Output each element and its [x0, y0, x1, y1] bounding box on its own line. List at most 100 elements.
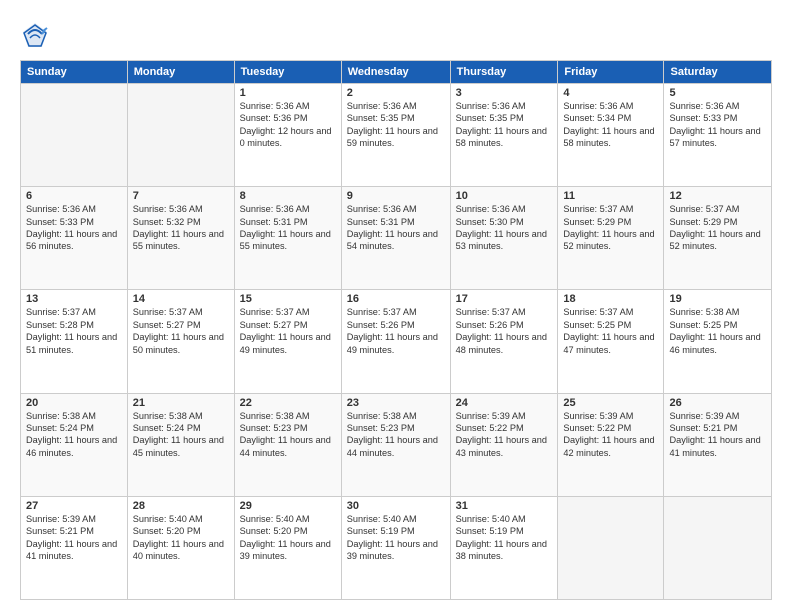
calendar-cell: 24Sunrise: 5:39 AMSunset: 5:22 PMDayligh…: [450, 393, 558, 496]
logo-icon: [20, 20, 50, 50]
calendar-cell: 6Sunrise: 5:36 AMSunset: 5:33 PMDaylight…: [21, 187, 128, 290]
calendar-cell: 19Sunrise: 5:38 AMSunset: 5:25 PMDayligh…: [664, 290, 772, 393]
cell-info: Sunrise: 5:36 AMSunset: 5:31 PMDaylight:…: [240, 203, 336, 253]
cell-info: Sunrise: 5:38 AMSunset: 5:24 PMDaylight:…: [26, 410, 122, 460]
calendar-cell: 28Sunrise: 5:40 AMSunset: 5:20 PMDayligh…: [127, 496, 234, 599]
cell-info: Sunrise: 5:40 AMSunset: 5:20 PMDaylight:…: [133, 513, 229, 563]
cell-info: Sunrise: 5:36 AMSunset: 5:30 PMDaylight:…: [456, 203, 553, 253]
cell-info: Sunrise: 5:39 AMSunset: 5:22 PMDaylight:…: [456, 410, 553, 460]
calendar-cell: 18Sunrise: 5:37 AMSunset: 5:25 PMDayligh…: [558, 290, 664, 393]
col-header-tuesday: Tuesday: [234, 61, 341, 84]
cell-info: Sunrise: 5:37 AMSunset: 5:27 PMDaylight:…: [133, 306, 229, 356]
calendar-week-2: 6Sunrise: 5:36 AMSunset: 5:33 PMDaylight…: [21, 187, 772, 290]
cell-info: Sunrise: 5:37 AMSunset: 5:29 PMDaylight:…: [669, 203, 766, 253]
day-number: 5: [669, 87, 766, 99]
cell-info: Sunrise: 5:36 AMSunset: 5:36 PMDaylight:…: [240, 100, 336, 150]
cell-info: Sunrise: 5:38 AMSunset: 5:23 PMDaylight:…: [240, 410, 336, 460]
col-header-monday: Monday: [127, 61, 234, 84]
day-number: 3: [456, 87, 553, 99]
day-number: 25: [563, 397, 658, 409]
day-number: 15: [240, 293, 336, 305]
day-number: 9: [347, 190, 445, 202]
col-header-friday: Friday: [558, 61, 664, 84]
cell-info: Sunrise: 5:39 AMSunset: 5:22 PMDaylight:…: [563, 410, 658, 460]
day-number: 21: [133, 397, 229, 409]
calendar-cell: 25Sunrise: 5:39 AMSunset: 5:22 PMDayligh…: [558, 393, 664, 496]
calendar-cell: 8Sunrise: 5:36 AMSunset: 5:31 PMDaylight…: [234, 187, 341, 290]
day-number: 28: [133, 500, 229, 512]
calendar-header-row: SundayMondayTuesdayWednesdayThursdayFrid…: [21, 61, 772, 84]
calendar-cell: 26Sunrise: 5:39 AMSunset: 5:21 PMDayligh…: [664, 393, 772, 496]
cell-info: Sunrise: 5:37 AMSunset: 5:29 PMDaylight:…: [563, 203, 658, 253]
cell-info: Sunrise: 5:38 AMSunset: 5:24 PMDaylight:…: [133, 410, 229, 460]
calendar-cell: 7Sunrise: 5:36 AMSunset: 5:32 PMDaylight…: [127, 187, 234, 290]
calendar-cell: 14Sunrise: 5:37 AMSunset: 5:27 PMDayligh…: [127, 290, 234, 393]
logo: [20, 20, 54, 50]
cell-info: Sunrise: 5:39 AMSunset: 5:21 PMDaylight:…: [669, 410, 766, 460]
calendar-cell: 10Sunrise: 5:36 AMSunset: 5:30 PMDayligh…: [450, 187, 558, 290]
calendar-cell: 3Sunrise: 5:36 AMSunset: 5:35 PMDaylight…: [450, 84, 558, 187]
calendar-cell: [664, 496, 772, 599]
day-number: 16: [347, 293, 445, 305]
calendar-cell: 30Sunrise: 5:40 AMSunset: 5:19 PMDayligh…: [341, 496, 450, 599]
calendar-cell: 17Sunrise: 5:37 AMSunset: 5:26 PMDayligh…: [450, 290, 558, 393]
cell-info: Sunrise: 5:38 AMSunset: 5:23 PMDaylight:…: [347, 410, 445, 460]
calendar-cell: 12Sunrise: 5:37 AMSunset: 5:29 PMDayligh…: [664, 187, 772, 290]
day-number: 27: [26, 500, 122, 512]
day-number: 7: [133, 190, 229, 202]
day-number: 8: [240, 190, 336, 202]
col-header-wednesday: Wednesday: [341, 61, 450, 84]
day-number: 26: [669, 397, 766, 409]
day-number: 11: [563, 190, 658, 202]
day-number: 12: [669, 190, 766, 202]
cell-info: Sunrise: 5:39 AMSunset: 5:21 PMDaylight:…: [26, 513, 122, 563]
calendar-cell: [558, 496, 664, 599]
day-number: 6: [26, 190, 122, 202]
cell-info: Sunrise: 5:40 AMSunset: 5:20 PMDaylight:…: [240, 513, 336, 563]
day-number: 20: [26, 397, 122, 409]
day-number: 17: [456, 293, 553, 305]
day-number: 10: [456, 190, 553, 202]
calendar-cell: 15Sunrise: 5:37 AMSunset: 5:27 PMDayligh…: [234, 290, 341, 393]
calendar-cell: 22Sunrise: 5:38 AMSunset: 5:23 PMDayligh…: [234, 393, 341, 496]
day-number: 30: [347, 500, 445, 512]
calendar-cell: 27Sunrise: 5:39 AMSunset: 5:21 PMDayligh…: [21, 496, 128, 599]
cell-info: Sunrise: 5:36 AMSunset: 5:33 PMDaylight:…: [26, 203, 122, 253]
col-header-sunday: Sunday: [21, 61, 128, 84]
day-number: 14: [133, 293, 229, 305]
cell-info: Sunrise: 5:40 AMSunset: 5:19 PMDaylight:…: [456, 513, 553, 563]
calendar-week-1: 1Sunrise: 5:36 AMSunset: 5:36 PMDaylight…: [21, 84, 772, 187]
cell-info: Sunrise: 5:37 AMSunset: 5:25 PMDaylight:…: [563, 306, 658, 356]
calendar-cell: 29Sunrise: 5:40 AMSunset: 5:20 PMDayligh…: [234, 496, 341, 599]
calendar-cell: 4Sunrise: 5:36 AMSunset: 5:34 PMDaylight…: [558, 84, 664, 187]
calendar-cell: [127, 84, 234, 187]
day-number: 13: [26, 293, 122, 305]
col-header-thursday: Thursday: [450, 61, 558, 84]
calendar-cell: 20Sunrise: 5:38 AMSunset: 5:24 PMDayligh…: [21, 393, 128, 496]
day-number: 29: [240, 500, 336, 512]
cell-info: Sunrise: 5:36 AMSunset: 5:35 PMDaylight:…: [456, 100, 553, 150]
cell-info: Sunrise: 5:36 AMSunset: 5:31 PMDaylight:…: [347, 203, 445, 253]
calendar-cell: 1Sunrise: 5:36 AMSunset: 5:36 PMDaylight…: [234, 84, 341, 187]
calendar-cell: 11Sunrise: 5:37 AMSunset: 5:29 PMDayligh…: [558, 187, 664, 290]
calendar-table: SundayMondayTuesdayWednesdayThursdayFrid…: [20, 60, 772, 600]
day-number: 18: [563, 293, 658, 305]
cell-info: Sunrise: 5:36 AMSunset: 5:33 PMDaylight:…: [669, 100, 766, 150]
page: SundayMondayTuesdayWednesdayThursdayFrid…: [0, 0, 792, 612]
calendar-cell: 31Sunrise: 5:40 AMSunset: 5:19 PMDayligh…: [450, 496, 558, 599]
calendar-cell: 23Sunrise: 5:38 AMSunset: 5:23 PMDayligh…: [341, 393, 450, 496]
col-header-saturday: Saturday: [664, 61, 772, 84]
calendar-cell: 16Sunrise: 5:37 AMSunset: 5:26 PMDayligh…: [341, 290, 450, 393]
calendar-cell: 5Sunrise: 5:36 AMSunset: 5:33 PMDaylight…: [664, 84, 772, 187]
cell-info: Sunrise: 5:37 AMSunset: 5:26 PMDaylight:…: [456, 306, 553, 356]
day-number: 24: [456, 397, 553, 409]
day-number: 31: [456, 500, 553, 512]
cell-info: Sunrise: 5:37 AMSunset: 5:28 PMDaylight:…: [26, 306, 122, 356]
header: [20, 16, 772, 50]
calendar-week-5: 27Sunrise: 5:39 AMSunset: 5:21 PMDayligh…: [21, 496, 772, 599]
cell-info: Sunrise: 5:38 AMSunset: 5:25 PMDaylight:…: [669, 306, 766, 356]
day-number: 4: [563, 87, 658, 99]
day-number: 22: [240, 397, 336, 409]
calendar-week-3: 13Sunrise: 5:37 AMSunset: 5:28 PMDayligh…: [21, 290, 772, 393]
cell-info: Sunrise: 5:36 AMSunset: 5:32 PMDaylight:…: [133, 203, 229, 253]
